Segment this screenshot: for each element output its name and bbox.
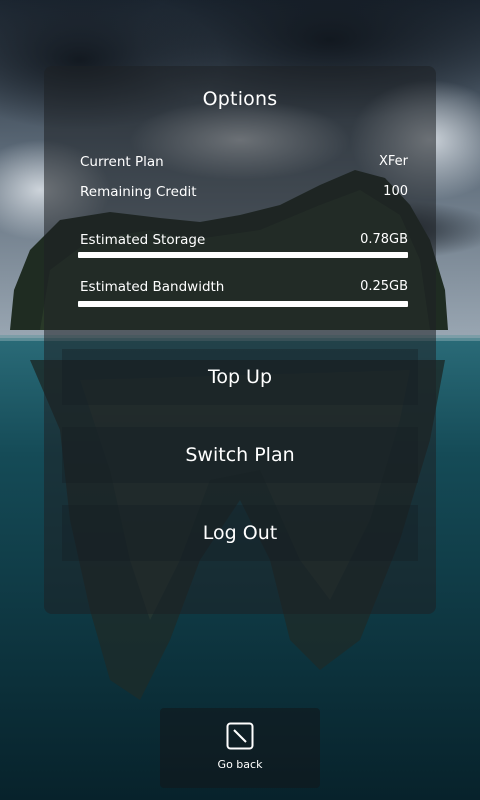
current-plan-row: Current Plan XFer (80, 154, 408, 170)
estimated-storage-label: Estimated Storage (80, 232, 206, 248)
estimated-storage-bar (78, 252, 408, 258)
estimated-bandwidth-bar (78, 301, 408, 307)
remaining-credit-label: Remaining Credit (80, 184, 197, 200)
estimated-storage-value: 0.78GB (360, 232, 408, 247)
back-arrow-icon (226, 722, 254, 750)
estimated-bandwidth-value: 0.25GB (360, 279, 408, 294)
estimated-storage-row: Estimated Storage 0.78GB (80, 232, 408, 248)
top-up-button[interactable]: Top Up (62, 349, 418, 405)
estimated-storage-bar-fill (78, 252, 408, 258)
log-out-button[interactable]: Log Out (62, 505, 418, 561)
estimated-bandwidth-row: Estimated Bandwidth 0.25GB (80, 279, 408, 295)
switch-plan-button[interactable]: Switch Plan (62, 427, 418, 483)
panel-title: Options (202, 88, 278, 110)
remaining-credit-value: 100 (383, 184, 408, 199)
go-back-label: Go back (217, 758, 263, 771)
estimated-bandwidth-bar-fill (78, 301, 408, 307)
remaining-credit-row: Remaining Credit 100 (80, 184, 408, 200)
current-plan-value: XFer (378, 154, 408, 169)
estimated-bandwidth-label: Estimated Bandwidth (80, 279, 225, 295)
go-back-button[interactable]: Go back (160, 708, 320, 788)
current-plan-label: Current Plan (80, 154, 164, 170)
